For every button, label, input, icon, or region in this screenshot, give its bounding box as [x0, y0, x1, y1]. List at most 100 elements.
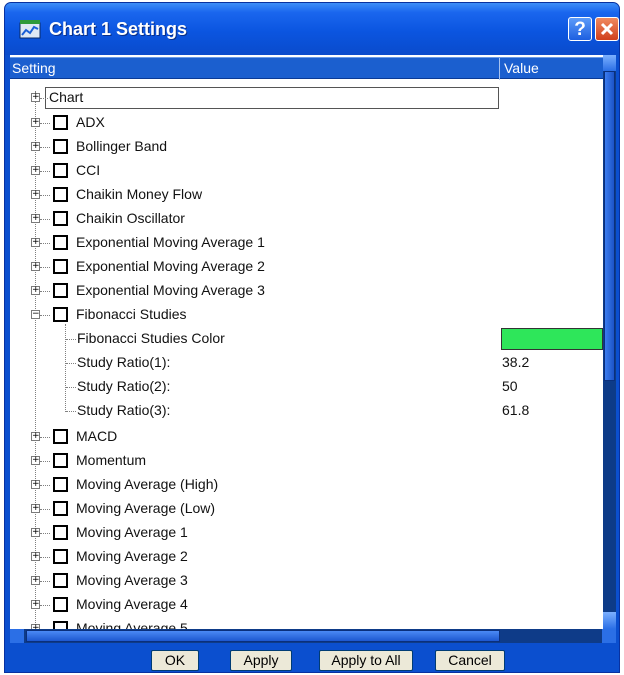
tree-row-momentum[interactable]: + Momentum — [10, 450, 603, 474]
apply-to-all-button[interactable]: Apply to All — [319, 650, 413, 671]
scroll-up-arrow-icon[interactable] — [603, 55, 616, 71]
expand-icon[interactable]: + — [31, 214, 40, 223]
indicator-checkbox[interactable] — [53, 139, 68, 154]
setting-value[interactable]: 38.2 — [502, 354, 529, 370]
indicator-checkbox[interactable] — [53, 453, 68, 468]
scroll-thumb[interactable] — [604, 71, 615, 381]
setting-label: Study Ratio(2): — [77, 378, 171, 394]
tree-row-bollinger[interactable]: + Bollinger Band — [10, 136, 603, 160]
indicator-checkbox[interactable] — [53, 573, 68, 588]
column-header-setting[interactable]: Setting — [12, 60, 56, 76]
tree-row-ma-3[interactable]: + Moving Average 3 — [10, 570, 603, 594]
tree-line — [40, 219, 50, 220]
expand-icon[interactable]: + — [31, 93, 40, 102]
tree-row-ma-high[interactable]: + Moving Average (High) — [10, 474, 603, 498]
tree-row-study-ratio-2[interactable]: Study Ratio(2): 50 — [10, 376, 603, 400]
column-divider[interactable] — [499, 58, 500, 80]
tree-line — [40, 267, 50, 268]
indicator-checkbox[interactable] — [53, 211, 68, 226]
tree-row-study-ratio-3[interactable]: Study Ratio(3): 61.8 — [10, 400, 603, 424]
help-button[interactable]: ? — [568, 17, 592, 41]
tree-row-fibonacci[interactable]: − Fibonacci Studies — [10, 304, 603, 328]
column-header-value[interactable]: Value — [504, 60, 539, 76]
ok-button[interactable]: OK — [151, 650, 199, 671]
expand-icon[interactable]: + — [31, 600, 40, 609]
indicator-checkbox[interactable] — [53, 259, 68, 274]
tree-row-ema-3[interactable]: + Exponential Moving Average 3 — [10, 280, 603, 304]
tree-line — [40, 123, 50, 124]
indicator-checkbox[interactable] — [53, 235, 68, 250]
title-bar[interactable]: Chart 1 Settings ? — [5, 3, 619, 55]
indicator-checkbox[interactable] — [53, 429, 68, 444]
expand-icon[interactable]: + — [31, 142, 40, 151]
indicator-checkbox[interactable] — [53, 597, 68, 612]
tree-row-ma-1[interactable]: + Moving Average 1 — [10, 522, 603, 546]
vertical-scrollbar[interactable] — [603, 55, 616, 629]
expand-icon[interactable]: + — [31, 286, 40, 295]
settings-dialog: Chart 1 Settings ? Setting Value + Chart… — [4, 2, 620, 673]
expand-icon[interactable]: + — [31, 552, 40, 561]
cancel-button[interactable]: Cancel — [435, 650, 505, 671]
expand-icon[interactable]: + — [31, 504, 40, 513]
tree-row-macd[interactable]: + MACD — [10, 426, 603, 450]
tree-label: Exponential Moving Average 1 — [76, 234, 265, 250]
setting-label: Study Ratio(1): — [77, 354, 171, 370]
tree-label: Fibonacci Studies — [76, 306, 187, 322]
expand-icon[interactable]: + — [31, 118, 40, 127]
tree-row-ema-2[interactable]: + Exponential Moving Average 2 — [10, 256, 603, 280]
window-title: Chart 1 Settings — [49, 19, 188, 39]
indicator-checkbox[interactable] — [53, 549, 68, 564]
expand-icon[interactable]: + — [31, 190, 40, 199]
indicator-checkbox[interactable] — [53, 501, 68, 516]
setting-value[interactable]: 61.8 — [502, 402, 529, 418]
settings-grid: Setting Value + Chart + ADX + Bollinger … — [10, 55, 616, 643]
scroll-right-arrow-icon[interactable] — [602, 629, 616, 643]
tree-row-chart[interactable]: + Chart — [10, 87, 603, 111]
tree-line — [66, 339, 76, 340]
tree-row-study-ratio-1[interactable]: Study Ratio(1): 38.2 — [10, 352, 603, 376]
expand-icon[interactable]: + — [31, 576, 40, 585]
tree-row-cci[interactable]: + CCI — [10, 160, 603, 184]
collapse-icon[interactable]: − — [31, 310, 40, 319]
tree-row-ma-4[interactable]: + Moving Average 4 — [10, 594, 603, 618]
scroll-down-arrow-icon[interactable] — [603, 612, 616, 629]
tree-label: Exponential Moving Average 2 — [76, 258, 265, 274]
tree-line — [40, 533, 50, 534]
tree-line — [40, 98, 48, 99]
indicator-checkbox[interactable] — [53, 477, 68, 492]
tree-line — [40, 485, 50, 486]
indicator-checkbox[interactable] — [53, 307, 68, 322]
tree-line — [40, 581, 50, 582]
apply-button[interactable]: Apply — [230, 650, 292, 671]
grid-header: Setting Value — [10, 57, 616, 80]
expand-icon[interactable]: + — [31, 166, 40, 175]
tree-row-adx[interactable]: + ADX — [10, 112, 603, 136]
tree-line — [40, 147, 50, 148]
scroll-thumb[interactable] — [26, 630, 500, 642]
expand-icon[interactable]: + — [31, 480, 40, 489]
expand-icon[interactable]: + — [31, 528, 40, 537]
color-swatch[interactable] — [501, 328, 603, 350]
close-button[interactable] — [595, 17, 619, 41]
indicator-checkbox[interactable] — [53, 163, 68, 178]
tree-row-fib-color[interactable]: Fibonacci Studies Color — [10, 328, 603, 352]
setting-value[interactable]: 50 — [502, 378, 518, 394]
close-icon — [600, 22, 614, 36]
tree-row-ema-1[interactable]: + Exponential Moving Average 1 — [10, 232, 603, 256]
indicator-checkbox[interactable] — [53, 283, 68, 298]
expand-icon[interactable]: + — [31, 456, 40, 465]
expand-icon[interactable]: + — [31, 238, 40, 247]
tree-label: Moving Average 1 — [76, 524, 188, 540]
horizontal-scrollbar[interactable] — [10, 629, 616, 643]
tree-line — [40, 509, 50, 510]
expand-icon[interactable]: + — [31, 432, 40, 441]
indicator-checkbox[interactable] — [53, 115, 68, 130]
indicator-checkbox[interactable] — [53, 187, 68, 202]
tree-row-ma-2[interactable]: + Moving Average 2 — [10, 546, 603, 570]
scroll-left-arrow-icon[interactable] — [10, 629, 24, 643]
tree-row-chaikin-money-flow[interactable]: + Chaikin Money Flow — [10, 184, 603, 208]
tree-row-chaikin-oscillator[interactable]: + Chaikin Oscillator — [10, 208, 603, 232]
expand-icon[interactable]: + — [31, 262, 40, 271]
indicator-checkbox[interactable] — [53, 525, 68, 540]
tree-row-ma-low[interactable]: + Moving Average (Low) — [10, 498, 603, 522]
